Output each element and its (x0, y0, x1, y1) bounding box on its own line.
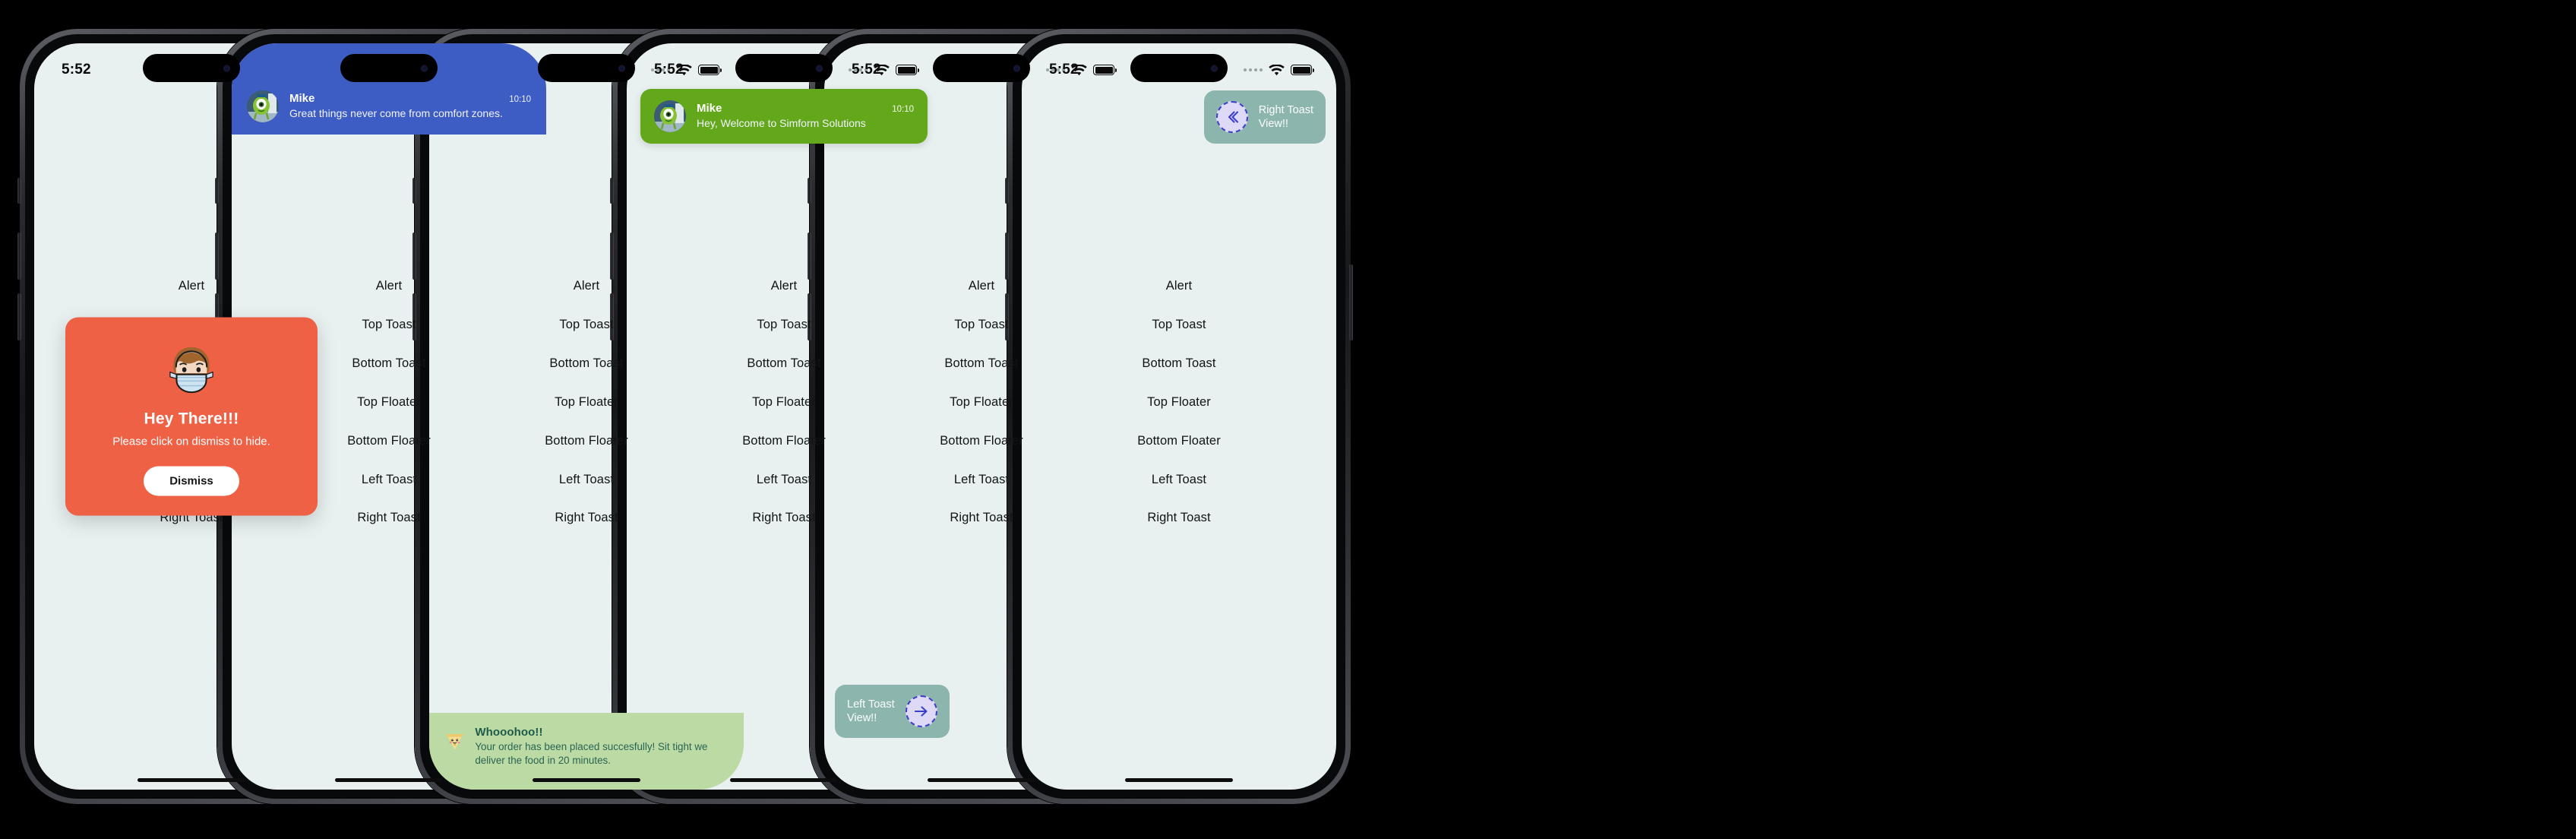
menu-item-left-toast[interactable]: Left Toast (362, 460, 416, 499)
silent-switch[interactable] (808, 178, 811, 204)
menu-item-bottom-toast[interactable]: Bottom Toast (747, 344, 820, 383)
toast-header-row: Mike 10:10 (697, 102, 914, 115)
toast-message: Great things never come from comfort zon… (289, 107, 503, 120)
menu-item-bottom-floater[interactable]: Bottom Floater (545, 422, 628, 461)
top-floater-toast[interactable]: Mike 10:10 Hey, Welcome to Simform Solut… (640, 89, 928, 144)
menu-item-bottom-floater[interactable]: Bottom Floater (742, 422, 826, 461)
menu-item-alert[interactable]: Alert (179, 267, 204, 306)
silent-switch[interactable] (1005, 178, 1009, 204)
dynamic-island (143, 54, 240, 82)
menu-item-right-toast[interactable]: Right Toast (950, 499, 1013, 537)
wifi-icon (1269, 64, 1285, 75)
status-time: 5:52 (852, 62, 881, 78)
menu-item-bottom-floater[interactable]: Bottom Floater (940, 422, 1023, 461)
silent-switch[interactable] (17, 178, 21, 204)
menu-item-top-floater[interactable]: Top Floater (555, 383, 618, 422)
toast-body: Mike 10:10 Great things never come from … (289, 92, 531, 121)
menu-item-left-toast[interactable]: Left Toast (1152, 460, 1206, 499)
toast-sender-name: Mike (289, 92, 315, 106)
menu-item-top-toast[interactable]: Top Toast (559, 306, 613, 344)
menu-item-top-toast[interactable]: Top Toast (1152, 306, 1206, 344)
home-indicator[interactable] (928, 778, 1035, 782)
menu-item-alert[interactable]: Alert (574, 267, 599, 306)
menu-item-top-floater[interactable]: Top Floater (950, 383, 1013, 422)
status-time: 5:52 (654, 62, 684, 78)
mike-avatar-icon (654, 100, 686, 132)
alert-title: Hey There!!! (144, 410, 239, 428)
menu-item-top-floater[interactable]: Top Floater (752, 383, 816, 422)
arrow-right-circle-icon (905, 695, 937, 727)
menu-item-alert[interactable]: Alert (969, 267, 994, 306)
chevron-left-circle-icon (1215, 101, 1248, 133)
silent-switch[interactable] (610, 178, 614, 204)
menu-item-left-toast[interactable]: Left Toast (954, 460, 1009, 499)
bottom-toast-body: Whooohoo!! Your order has been placed su… (475, 726, 729, 767)
home-indicator[interactable] (137, 778, 245, 782)
screenshot-stage: 5:52 Alert Top Toast Bottom (0, 0, 2576, 839)
menu-item-right-toast[interactable]: Right Toast (752, 499, 815, 537)
battery-full-icon (1291, 65, 1314, 75)
volume-down-button[interactable] (17, 293, 21, 340)
bottom-toast-title: Whooohoo!! (475, 726, 543, 739)
volume-up-button[interactable] (17, 233, 21, 280)
silent-switch[interactable] (215, 178, 219, 204)
phone-right-toast: 5:52 Right Toast View!! Alert Top Toast … (1005, 29, 1353, 804)
dynamic-island (1130, 54, 1228, 82)
home-indicator[interactable] (730, 778, 838, 782)
menu-item-top-toast[interactable]: Top Toast (757, 306, 811, 344)
dynamic-island (340, 54, 438, 82)
right-toast[interactable]: Right Toast View!! (1203, 90, 1326, 144)
mike-avatar-icon (247, 90, 279, 122)
menu-item-alert[interactable]: Alert (376, 267, 402, 306)
status-time: 5:52 (1049, 62, 1079, 78)
menu-item-right-toast[interactable]: Right Toast (555, 499, 618, 537)
menu-item-bottom-toast[interactable]: Bottom Toast (352, 344, 425, 383)
alert-dialog: Hey There!!! Please click on dismiss to … (65, 317, 318, 516)
toast-message: Hey, Welcome to Simform Solutions (697, 117, 866, 130)
toast-timestamp: 10:10 (509, 95, 531, 105)
alert-subtitle: Please click on dismiss to hide. (112, 435, 270, 448)
menu-item-top-floater[interactable]: Top Floater (1147, 383, 1211, 422)
right-toast-label: Right Toast View!! (1258, 103, 1313, 130)
home-indicator[interactable] (335, 778, 443, 782)
toast-sender-name: Mike (697, 102, 722, 116)
device-screen: 5:52 (1022, 43, 1336, 790)
home-indicator[interactable] (1125, 778, 1233, 782)
menu-item-bottom-floater[interactable]: Bottom Floater (1137, 422, 1221, 461)
status-time: 5:52 (62, 62, 91, 78)
left-toast[interactable]: Left Toast View!! (835, 685, 950, 738)
left-toast-label: Left Toast View!! (847, 698, 895, 724)
menu-item-left-toast[interactable]: Left Toast (559, 460, 614, 499)
silent-switch[interactable] (412, 178, 416, 204)
menu-item-bottom-floater[interactable]: Bottom Floater (347, 422, 431, 461)
power-button[interactable] (1349, 264, 1353, 340)
menu-item-top-toast[interactable]: Top Toast (954, 306, 1008, 344)
menu-item-top-toast[interactable]: Top Toast (362, 306, 416, 344)
demo-menu-list: Alert Top Toast Bottom Toast Top Floater… (1022, 267, 1336, 537)
toast-body: Mike 10:10 Hey, Welcome to Simform Solut… (697, 102, 914, 131)
signal-dots-icon (1244, 68, 1263, 71)
menu-item-alert[interactable]: Alert (771, 267, 797, 306)
device-bezel: 5:52 (1013, 34, 1345, 799)
toast-header-row: Mike 10:10 (289, 92, 531, 105)
toast-timestamp: 10:10 (892, 105, 914, 115)
menu-item-bottom-toast[interactable]: Bottom Toast (1142, 344, 1215, 383)
pizza-slice-icon (446, 734, 463, 750)
dynamic-island (538, 54, 635, 82)
status-indicators (1244, 64, 1314, 76)
home-indicator[interactable] (533, 778, 640, 782)
masked-face-icon (169, 347, 213, 394)
menu-item-bottom-toast[interactable]: Bottom Toast (944, 344, 1018, 383)
bottom-toast-message: Your order has been placed succesfully! … (475, 741, 708, 766)
menu-item-top-floater[interactable]: Top Floater (357, 383, 421, 422)
dismiss-button[interactable]: Dismiss (144, 466, 239, 496)
dynamic-island (933, 54, 1030, 82)
menu-item-right-toast[interactable]: Right Toast (357, 499, 420, 537)
menu-item-right-toast[interactable]: Right Toast (1147, 499, 1210, 537)
dynamic-island (735, 54, 833, 82)
device-frame: 5:52 (1005, 29, 1353, 804)
menu-item-alert[interactable]: Alert (1166, 267, 1192, 306)
menu-item-left-toast[interactable]: Left Toast (757, 460, 811, 499)
menu-item-bottom-toast[interactable]: Bottom Toast (549, 344, 623, 383)
